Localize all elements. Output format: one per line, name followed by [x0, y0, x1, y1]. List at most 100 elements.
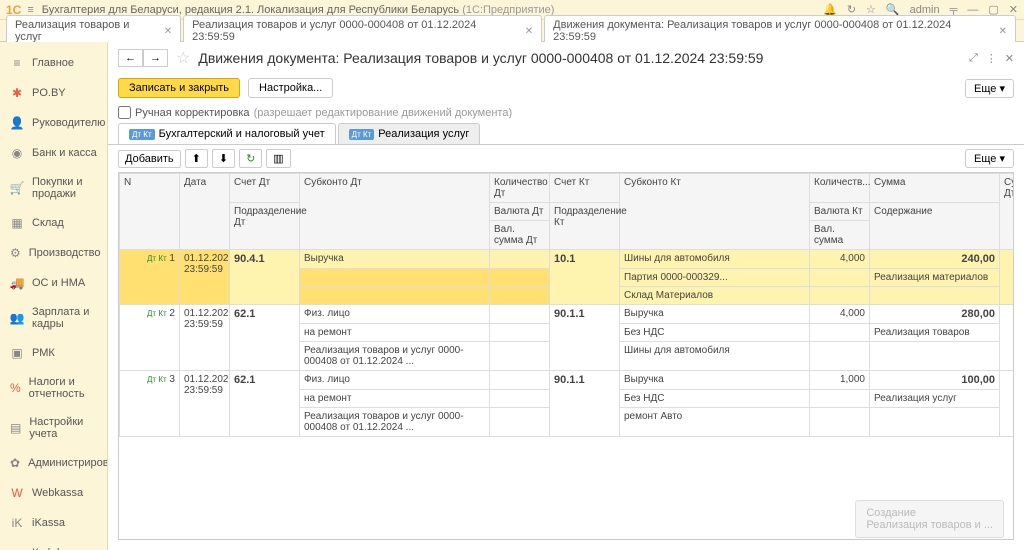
sidebar-item-label: iKassa — [32, 517, 65, 529]
grid-more-button[interactable]: Еще ▾ — [965, 149, 1014, 168]
sidebar-item[interactable]: 🛒 Покупки и продажи — [0, 168, 107, 208]
grid[interactable]: N Дата Счет Дт Субконто Дт Количество Дт… — [118, 172, 1014, 540]
col-n[interactable]: N — [120, 174, 180, 250]
table-row[interactable]: Дт Кт 1 01.12.20223:59:59 90.4.1 Выручка… — [120, 250, 1015, 269]
manual-correction-label: Ручная корректировка — [135, 107, 250, 119]
subtab-badge-icon: Дт Кт — [129, 129, 155, 140]
sidebar-item-label: Банк и касса — [32, 147, 97, 159]
grid-toolbar: Добавить ⬆ ⬇ ↻ ▥ Еще ▾ — [108, 145, 1024, 172]
sidebar-item-label: Руководителю — [32, 117, 105, 129]
main-content: ← → ☆ Движения документа: Реализация тов… — [108, 42, 1024, 550]
document-title: Движения документа: Реализация товаров и… — [198, 50, 763, 66]
manual-correction-row: Ручная корректировка (разрешает редактир… — [108, 102, 1024, 123]
sidebar-item[interactable]: ▣ РМК — [0, 338, 107, 368]
sidebar-item-label: Администрирование — [28, 457, 108, 469]
content-header: ← → ☆ Движения документа: Реализация тов… — [108, 42, 1024, 74]
sidebar-item-icon: ⚙ — [10, 246, 21, 260]
sidebar-item-icon: ● — [10, 546, 24, 550]
sub-tab[interactable]: Дт КтБухгалтерский и налоговый учет — [118, 123, 336, 144]
col-dept-kt[interactable]: Подразделение Кт — [550, 203, 620, 250]
sidebar-item-icon: ✱ — [10, 86, 24, 100]
sidebar-item-icon: ◉ — [10, 146, 24, 160]
kebab-icon[interactable]: ⋮ — [986, 52, 997, 65]
sidebar-item-label: Производство — [29, 247, 101, 259]
tab-close-icon[interactable]: ✕ — [999, 26, 1007, 37]
col-nu-dt[interactable]: Сумма НУ Дт — [1000, 174, 1015, 250]
row-marker-icon: Дт Кт — [147, 254, 167, 263]
sidebar-item[interactable]: ◉ Банк и касса — [0, 138, 107, 168]
tab-close-icon[interactable]: ✕ — [525, 26, 533, 37]
more-button[interactable]: Еще ▾ — [965, 79, 1014, 98]
sidebar-item-label: Зарплата и кадры — [32, 306, 97, 330]
sidebar-item-label: Склад — [32, 217, 64, 229]
app-title: Бухгалтерия для Беларуси, редакция 2.1. … — [42, 4, 823, 16]
refresh-button[interactable]: ↻ — [239, 149, 262, 168]
sidebar-item-icon: 🛒 — [10, 181, 24, 195]
link-icon[interactable]: ⤢ — [969, 52, 978, 65]
col-subk-dt[interactable]: Субконто Дт — [300, 174, 490, 250]
sidebar-item-icon: ▦ — [10, 216, 24, 230]
minimize-icon[interactable]: — — [967, 4, 978, 16]
sidebar-item-icon: iK — [10, 516, 24, 530]
sidebar-item[interactable]: 👥Зарплата и кадры — [0, 298, 107, 338]
sub-tab[interactable]: Дт КтРеализация услуг — [338, 123, 481, 144]
user-label[interactable]: admin — [910, 4, 940, 16]
action-toolbar: Записать и закрыть Настройка... Еще ▾ — [108, 74, 1024, 102]
sidebar-item-icon: ▣ — [10, 346, 24, 360]
table-row[interactable]: Дт Кт 2 01.12.20223:59:59 62.1 Физ. лицо… — [120, 305, 1015, 324]
subtab-badge-icon: Дт Кт — [349, 129, 375, 140]
sidebar-item[interactable]: 👤 Руководителю — [0, 108, 107, 138]
settings-button[interactable]: Настройка... — [248, 78, 333, 98]
col-valsum-dt[interactable]: Вал. сумма Дт — [490, 221, 550, 250]
col-content[interactable]: Содержание — [870, 203, 1000, 250]
sidebar-item-label: Покупки и продажи — [32, 176, 97, 200]
col-acc-kt[interactable]: Счет Кт — [550, 174, 620, 203]
add-button[interactable]: Добавить — [118, 150, 181, 168]
col-cur-kt[interactable]: Валюта Кт — [810, 203, 870, 221]
hamburger-icon[interactable]: ≡ — [27, 4, 33, 16]
col-qty-kt[interactable]: Количеств... — [810, 174, 870, 203]
tab-label: Реализация товаров и услуг 0000-000408 о… — [192, 19, 519, 43]
favorite-icon[interactable]: ☆ — [176, 48, 190, 68]
sidebar-item[interactable]: ▦ Склад — [0, 208, 107, 238]
sidebar-item[interactable]: ●Каффеста — [0, 538, 107, 550]
sidebar-item[interactable]: ⚙ Производство — [0, 238, 107, 268]
move-up-button[interactable]: ⬆ — [185, 149, 208, 168]
settings-icon[interactable]: ╤ — [950, 4, 958, 16]
col-subk-kt[interactable]: Субконто Кт — [620, 174, 810, 250]
sidebar-item-icon: 👤 — [10, 116, 24, 130]
col-date[interactable]: Дата — [180, 174, 230, 250]
sidebar-item-label: Webkassa — [32, 487, 83, 499]
sidebar-item[interactable]: W Webkassa — [0, 478, 107, 508]
col-cur-dt[interactable]: Валюта Дт — [490, 203, 550, 221]
tab-label: Движения документа: Реализация товаров и… — [553, 19, 992, 43]
manual-correction-hint: (разрешает редактирование движений докум… — [254, 107, 513, 119]
toast-notification[interactable]: Создание Реализация товаров и ... — [855, 500, 1004, 538]
sidebar: ≡Главное ✱ PO.BY 👤 Руководителю ◉ Банк и касса… — [0, 42, 108, 550]
export-button[interactable]: ▥ — [266, 149, 290, 168]
sidebar-item[interactable]: ✱ PO.BY — [0, 78, 107, 108]
sidebar-item-label: РМК — [32, 347, 55, 359]
save-close-button[interactable]: Записать и закрыть — [118, 78, 240, 98]
panel-close-icon[interactable]: ✕ — [1005, 52, 1014, 65]
col-sum[interactable]: Сумма — [870, 174, 1000, 203]
nav-forward-button[interactable]: → — [143, 49, 168, 67]
tab-close-icon[interactable]: ✕ — [164, 26, 172, 37]
sidebar-item[interactable]: 🚚ОС и НМА — [0, 268, 107, 298]
sidebar-item-icon: ▤ — [10, 421, 21, 435]
sidebar-item[interactable]: %Налоги и отчетность — [0, 368, 107, 408]
col-dept-dt[interactable]: Подразделение Дт — [230, 203, 300, 250]
table-row[interactable]: Дт Кт 3 01.12.20223:59:59 62.1 Физ. лицо… — [120, 371, 1015, 390]
col-valsum-kt[interactable]: Вал. сумма — [810, 221, 870, 250]
sidebar-item-label: PO.BY — [32, 87, 66, 99]
sidebar-item[interactable]: iK iKassa — [0, 508, 107, 538]
sidebar-item[interactable]: ≡Главное — [0, 48, 107, 78]
sidebar-item-icon: W — [10, 486, 24, 500]
move-down-button[interactable]: ⬇ — [212, 149, 235, 168]
nav-back-button[interactable]: ← — [118, 49, 143, 67]
sidebar-item[interactable]: ✿Администрирование — [0, 448, 107, 478]
col-acc-dt[interactable]: Счет Дт — [230, 174, 300, 203]
col-qty-dt[interactable]: Количество Дт — [490, 174, 550, 203]
manual-correction-checkbox[interactable] — [118, 106, 131, 119]
sidebar-item[interactable]: ▤Настройки учета — [0, 408, 107, 448]
